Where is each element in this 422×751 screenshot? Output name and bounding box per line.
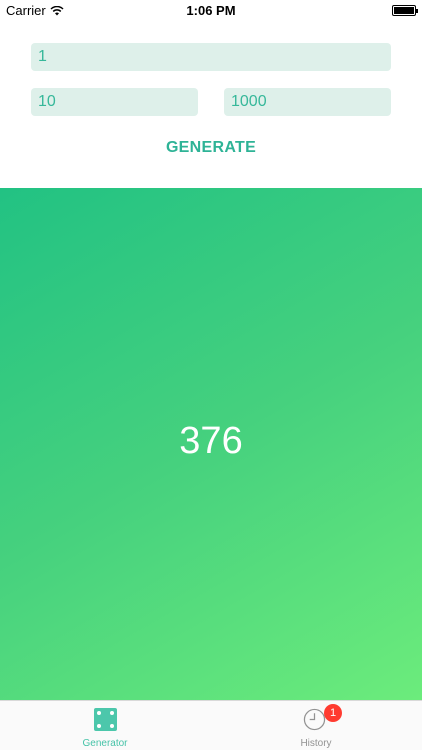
tab-history[interactable]: 1 History	[256, 701, 376, 751]
result-panel: 376	[0, 188, 422, 700]
min-input[interactable]: 10	[31, 88, 198, 116]
battery-icon	[392, 5, 418, 16]
history-badge: 1	[324, 704, 342, 722]
tab-history-label: History	[300, 738, 332, 749]
battery-fill	[394, 7, 414, 14]
tab-bar: Generator 1 History	[0, 700, 422, 750]
result-value: 376	[179, 420, 243, 462]
max-input[interactable]: 1000	[224, 88, 391, 116]
tab-generator-label: Generator	[82, 738, 128, 749]
tab-generator[interactable]: Generator	[45, 701, 165, 751]
status-bar: Carrier 1:06 PM	[0, 0, 422, 22]
status-time: 1:06 PM	[186, 3, 236, 18]
dice-icon	[94, 708, 117, 731]
generate-button[interactable]: GENERATE	[0, 139, 422, 157]
clock-icon	[303, 708, 326, 731]
count-input[interactable]: 1	[31, 43, 391, 71]
